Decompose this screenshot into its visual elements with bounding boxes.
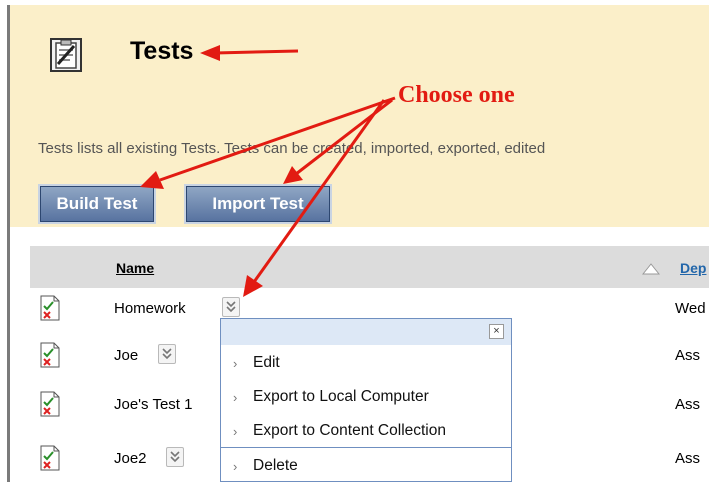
chevron-down-icon[interactable] [222, 297, 240, 317]
chevron-right-icon: › [233, 390, 238, 405]
test-deployment: Ass [675, 396, 701, 413]
menu-item-label: Delete [253, 457, 298, 474]
test-deployment: Wed [675, 300, 706, 317]
test-name[interactable]: Joe2 [114, 450, 147, 467]
build-test-button[interactable]: Build Test [40, 186, 154, 222]
test-item-icon [40, 445, 60, 471]
menu-item-export-content-collection[interactable]: › Export to Content Collection [221, 415, 511, 447]
content-border [7, 227, 10, 482]
column-header-dep[interactable]: Dep [680, 260, 706, 276]
column-header-name[interactable]: Name [116, 260, 154, 276]
chevron-down-icon[interactable] [166, 447, 184, 467]
context-menu-titlebar: × [221, 319, 511, 345]
page-title: Tests [130, 37, 194, 65]
chevron-right-icon: › [233, 356, 238, 371]
chevron-right-icon: › [233, 459, 238, 474]
test-deployment: Ass [675, 347, 701, 364]
chevron-right-icon: › [233, 424, 238, 439]
test-name[interactable]: Homework [114, 300, 186, 317]
test-name[interactable]: Joe [114, 347, 138, 364]
menu-item-label: Export to Local Computer [253, 388, 429, 405]
test-item-icon [40, 342, 60, 368]
import-test-button[interactable]: Import Test [186, 186, 330, 222]
menu-item-delete[interactable]: › Delete [221, 450, 511, 482]
menu-divider [221, 447, 511, 448]
menu-item-label: Edit [253, 354, 280, 371]
test-clipboard-icon [50, 38, 82, 72]
close-icon[interactable]: × [489, 324, 504, 339]
test-deployment: Ass [675, 450, 701, 467]
sort-ascending-icon[interactable] [642, 262, 660, 276]
table-header: Name Dep [30, 246, 709, 288]
annotation-text: Choose one [398, 82, 515, 108]
test-item-icon [40, 295, 60, 321]
test-item-icon [40, 391, 60, 417]
chevron-down-icon[interactable] [158, 344, 176, 364]
tests-header: Tests Tests lists all existing Tests. Te… [7, 5, 709, 227]
menu-item-label: Export to Content Collection [253, 422, 446, 439]
menu-item-edit[interactable]: › Edit [221, 347, 511, 379]
menu-item-export-local[interactable]: › Export to Local Computer [221, 381, 511, 413]
page-description: Tests lists all existing Tests. Tests ca… [38, 140, 546, 157]
context-menu: × › Edit › Export to Local Computer › Ex… [220, 318, 512, 482]
test-name[interactable]: Joe's Test 1 [114, 396, 192, 413]
